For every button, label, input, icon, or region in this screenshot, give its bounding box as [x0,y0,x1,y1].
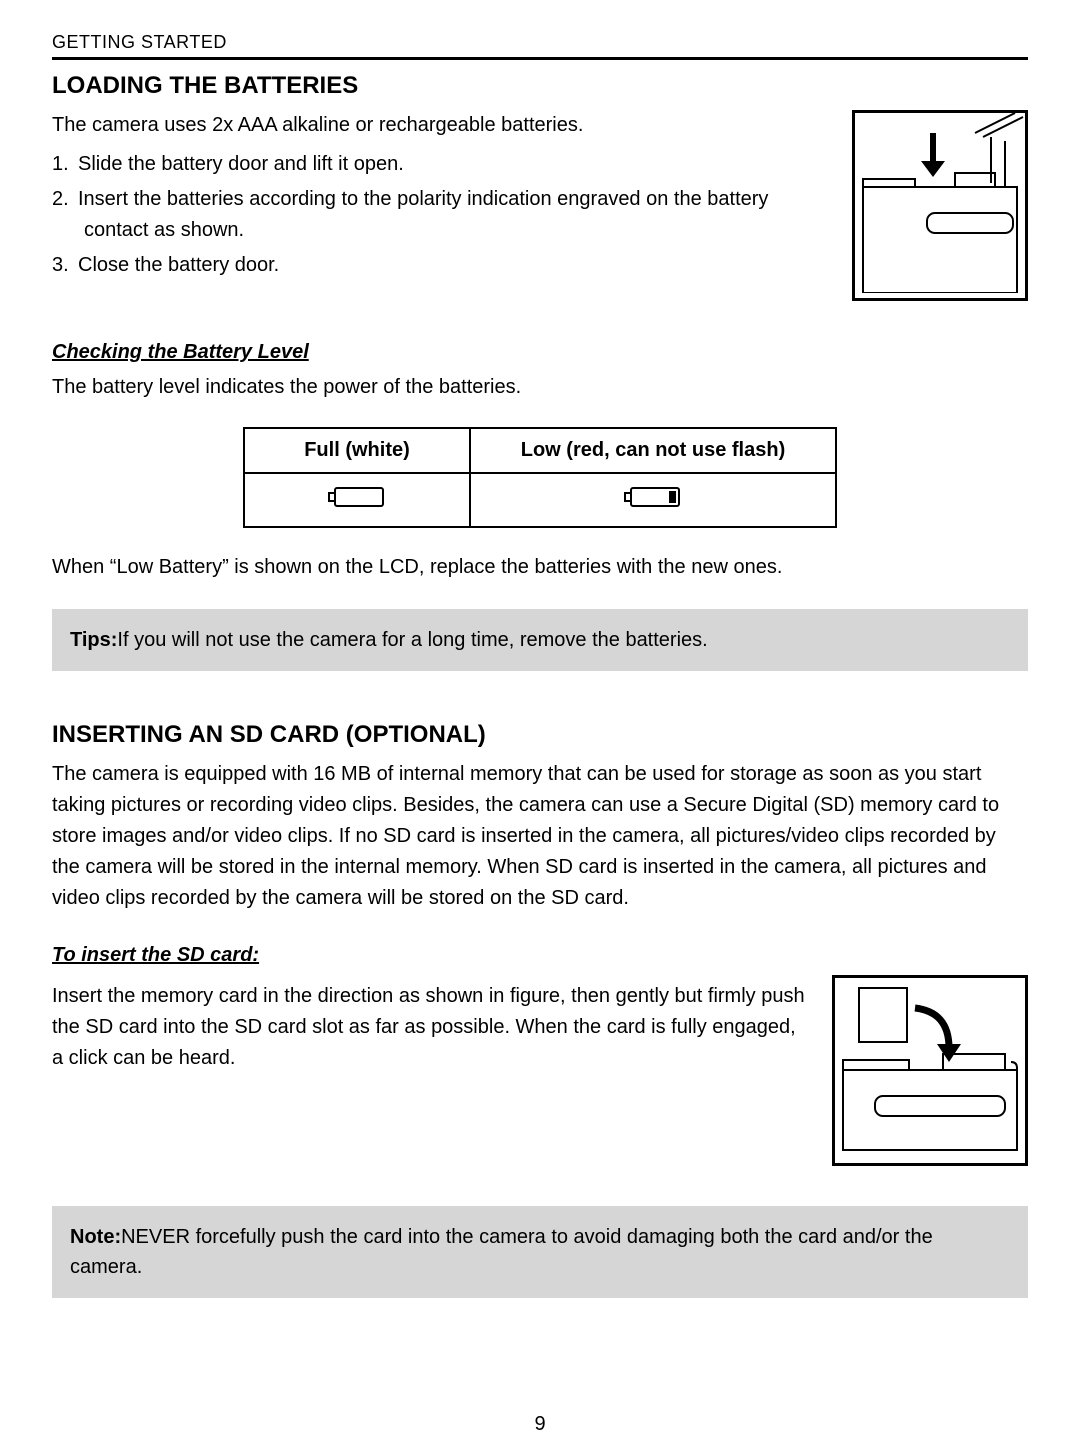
sub-heading-insert-sd: To insert the SD card: [52,944,1028,967]
table-cell-full-icon [244,473,470,527]
battery-low-icon [621,484,685,510]
low-battery-text: When “Low Battery” is shown on the LCD, … [52,552,1028,583]
tips-callout: Tips:If you will not use the camera for … [52,609,1028,671]
table-header-low: Low (red, can not use flash) [470,428,836,473]
battery-level-text: The battery level indicates the power of… [52,372,1028,403]
figure-battery-insert [852,110,1028,301]
note-callout: Note:NEVER forcefully push the card into… [52,1206,1028,1298]
page-number: 9 [0,1413,1080,1436]
tips-label: Tips: [70,629,117,651]
sdcard-insert-text: Insert the memory card in the direction … [52,981,808,1074]
battery-full-icon [325,484,389,510]
tips-text: If you will not use the camera for a lon… [117,629,707,651]
sub-heading-battery-level: Checking the Battery Level [52,341,1028,364]
section-title-sdcard: INSERTING AN SD CARD (OPTIONAL) [52,721,1028,749]
note-label: Note: [70,1226,121,1248]
figure-sdcard-insert [832,975,1028,1166]
table-cell-low-icon [470,473,836,527]
sdcard-intro: The camera is equipped with 16 MB of int… [52,759,1028,914]
page-header: GETTING STARTED [52,32,1028,60]
table-header-full: Full (white) [244,428,470,473]
section-title-batteries: LOADING THE BATTERIES [52,72,1028,100]
note-text: NEVER forcefully push the card into the … [70,1226,933,1278]
battery-level-table: Full (white) Low (red, can not use flash… [243,427,837,528]
